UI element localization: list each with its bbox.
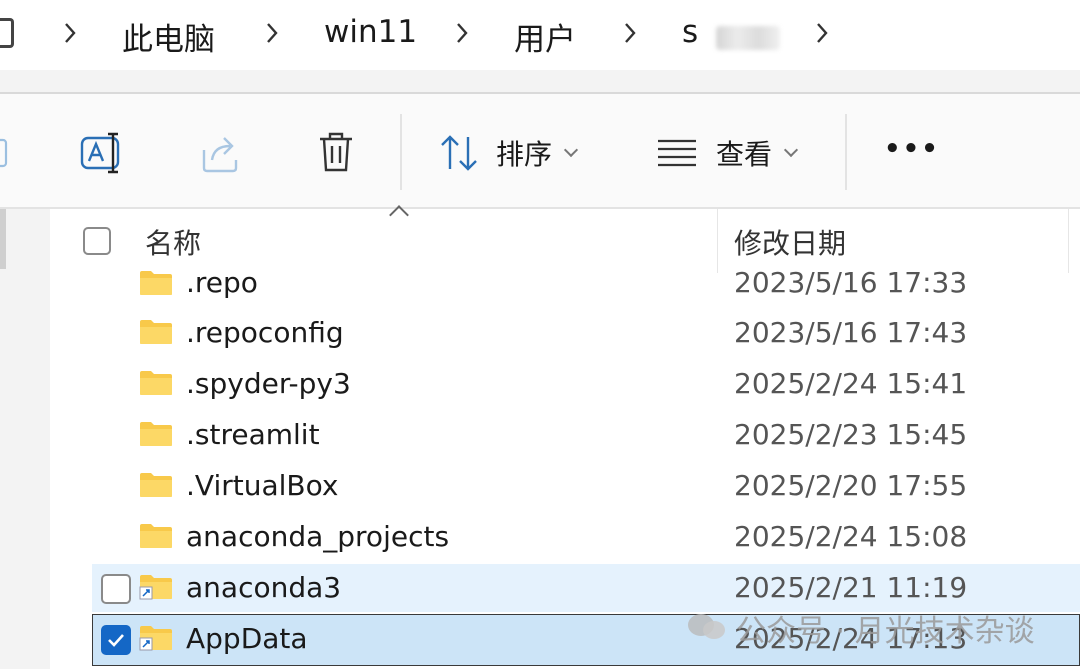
- column-header: [50, 209, 1080, 271]
- breadcrumb-win11[interactable]: win11: [324, 14, 417, 50]
- redacted-username: [716, 26, 780, 50]
- view-list-icon: [658, 139, 696, 167]
- view-button[interactable]: 查看: [656, 130, 799, 176]
- folder-icon: [140, 271, 172, 295]
- file-date: 2025/2/24 15:08: [734, 520, 968, 553]
- chevron-right-icon[interactable]: [452, 20, 472, 46]
- folder-icon: [140, 320, 172, 344]
- column-name-header[interactable]: 名称: [145, 222, 201, 262]
- wechat-icon: [688, 614, 725, 639]
- toolbar-divider: [400, 114, 402, 190]
- sort-label: 排序: [496, 138, 553, 171]
- folder-shortcut-icon: [139, 626, 172, 651]
- row-checkbox[interactable]: [101, 574, 131, 604]
- navigation-pane[interactable]: [0, 209, 50, 669]
- file-date: 2023/5/16 17:43: [734, 316, 968, 349]
- file-date: 2023/5/16 17:33: [734, 266, 968, 299]
- share-icon[interactable]: [200, 134, 242, 174]
- watermark-text: 公众号 · 月光技术杂谈: [736, 614, 1035, 649]
- address-bar[interactable]: 此电脑 win11 用户 s: [0, 0, 1080, 70]
- address-bar-gap: [0, 70, 1080, 92]
- row-checkbox-checked[interactable]: [101, 625, 131, 655]
- column-modified-header[interactable]: 修改日期: [734, 222, 846, 262]
- nav-scrollbar[interactable]: [0, 209, 6, 269]
- chevron-right-icon[interactable]: [60, 20, 80, 46]
- file-date: 2025/2/21 11:19: [734, 571, 968, 604]
- file-name[interactable]: .repo: [186, 266, 258, 299]
- folder-icon: [140, 473, 172, 497]
- view-label: 查看: [716, 138, 773, 171]
- chevron-down-icon: [563, 142, 579, 158]
- file-name[interactable]: .repoconfig: [186, 316, 344, 349]
- file-name[interactable]: AppData: [186, 622, 308, 655]
- trash-icon[interactable]: [316, 130, 356, 174]
- toolbar-divider: [845, 114, 847, 190]
- select-all-checkbox[interactable]: [83, 227, 111, 255]
- breadcrumb-this-pc[interactable]: 此电脑: [122, 14, 215, 59]
- column-divider[interactable]: [1068, 209, 1069, 273]
- copy-icon[interactable]: [0, 136, 10, 170]
- file-date: 2025/2/20 17:55: [734, 469, 968, 502]
- file-name[interactable]: anaconda_projects: [186, 520, 449, 553]
- breadcrumb-user-folder[interactable]: s: [682, 14, 698, 50]
- file-name[interactable]: .spyder-py3: [186, 367, 351, 400]
- column-divider[interactable]: [717, 209, 718, 273]
- chevron-right-icon[interactable]: [262, 20, 282, 46]
- sort-icon: [441, 135, 477, 171]
- rename-icon[interactable]: [80, 132, 126, 174]
- chevron-right-icon[interactable]: [812, 20, 832, 46]
- checkmark-icon: [108, 634, 124, 647]
- chevron-down-icon: [783, 142, 799, 158]
- file-date: 2025/2/24 15:41: [734, 367, 968, 400]
- folder-icon: [140, 371, 172, 395]
- folder-icon: [140, 524, 172, 548]
- file-name[interactable]: .streamlit: [186, 418, 320, 451]
- more-options-button[interactable]: •••: [884, 134, 940, 164]
- sort-button[interactable]: 排序: [438, 130, 579, 176]
- folder-icon: [140, 422, 172, 446]
- file-date: 2025/2/23 15:45: [734, 418, 968, 451]
- this-pc-icon: [0, 18, 14, 48]
- chevron-right-icon[interactable]: [620, 20, 640, 46]
- folder-shortcut-icon: [139, 575, 172, 600]
- breadcrumb-users[interactable]: 用户: [514, 14, 576, 59]
- file-name[interactable]: anaconda3: [186, 571, 341, 604]
- file-name[interactable]: .VirtualBox: [186, 469, 338, 502]
